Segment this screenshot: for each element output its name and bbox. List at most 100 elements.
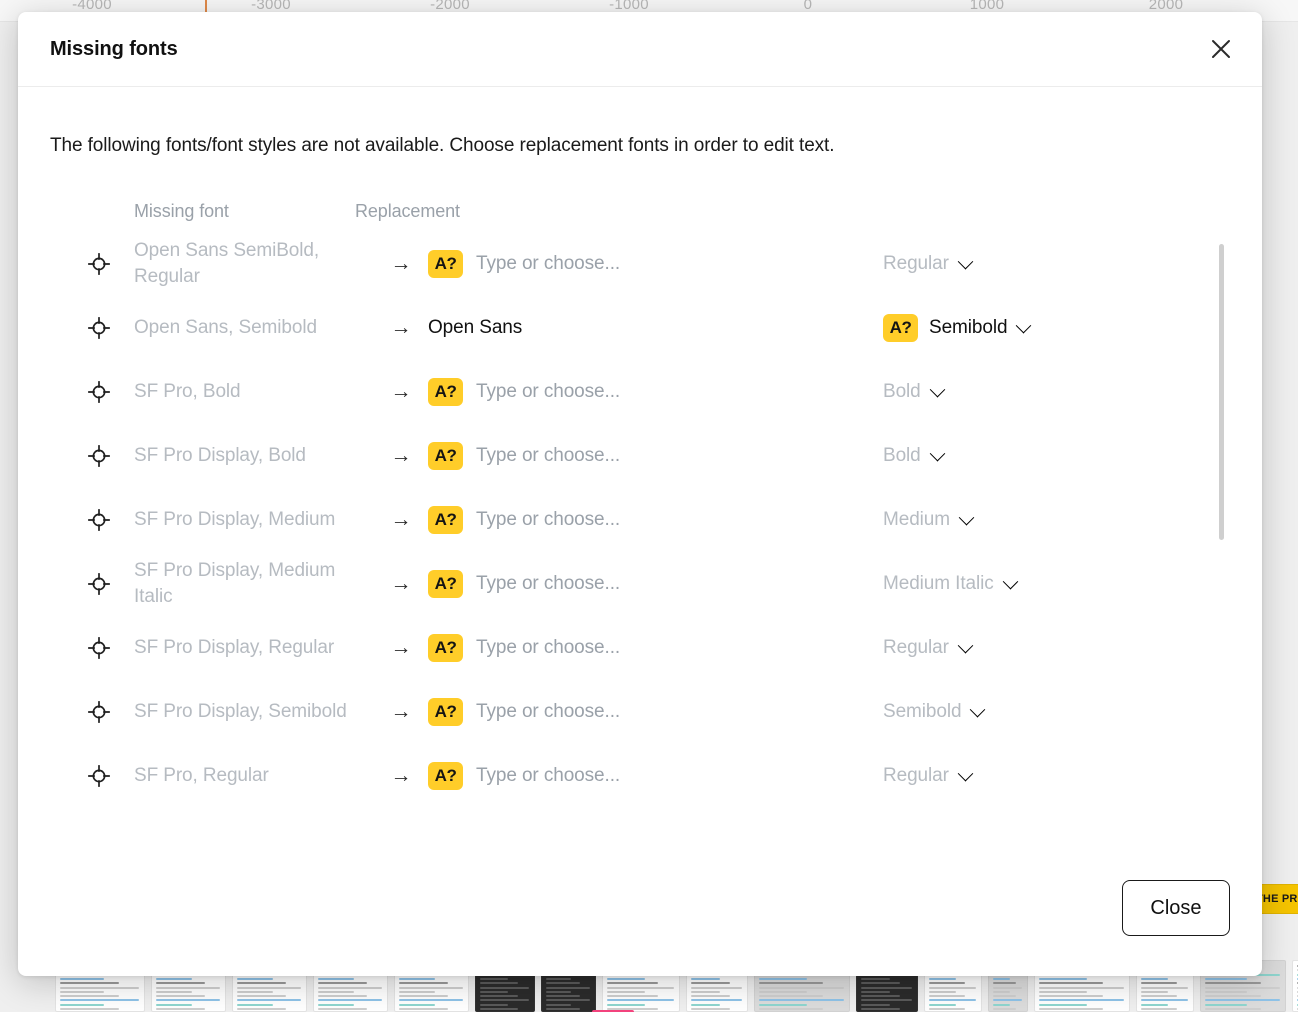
font-style-value: Regular	[883, 765, 949, 787]
font-rows-scroll-area[interactable]: Open Sans SemiBold, Regular→A?Type or ch…	[50, 232, 1232, 812]
font-style-dropdown[interactable]: Regular	[883, 637, 1232, 659]
font-row[interactable]: SF Pro, Regular→A? Type or choose... Regul…	[50, 744, 1232, 808]
font-row[interactable]: SF Pro Display, Medium Italic→A?Type or …	[50, 552, 1232, 616]
font-row-icon-cell	[50, 637, 102, 659]
font-style-dropdown[interactable]: Medium Italic	[883, 573, 1232, 595]
replacement-font-value: Type or choose...	[476, 701, 620, 723]
font-row-icon-cell	[50, 509, 102, 531]
font-row[interactable]: SF Pro Display, Bold→A?Type or choose...…	[50, 424, 1232, 488]
arrow-icon: →	[374, 700, 428, 724]
missing-style-badge: A?	[883, 314, 918, 342]
column-header-replacement: Replacement	[355, 201, 460, 222]
replacement-font-field[interactable]: Open Sans	[428, 317, 883, 339]
arrow-icon: →	[374, 444, 428, 468]
font-row-icon-cell	[50, 317, 102, 339]
missing-fonts-dialog: Missing fonts The following fonts/font s…	[18, 12, 1262, 976]
replacement-font-value: Type or choose...	[476, 381, 620, 403]
font-row-icon-cell	[50, 381, 102, 403]
font-style-dropdown[interactable]: A? Semibold	[883, 314, 1232, 342]
font-row[interactable]: SF Pro Display, Regular→A? Type or choose…	[50, 616, 1232, 680]
chevron-down-icon[interactable]	[960, 771, 971, 782]
font-style-value: Medium Italic	[883, 573, 994, 595]
arrow-icon: →	[374, 316, 428, 340]
font-row[interactable]: Open Sans, Semibold→Open SansA?Semibold	[50, 296, 1232, 360]
dialog-header: Missing fonts	[18, 12, 1262, 87]
dialog-body: The following fonts/font styles are not …	[18, 87, 1262, 880]
replacement-font-field[interactable]: A?Type or choose...	[428, 442, 883, 470]
chevron-down-icon[interactable]	[932, 387, 943, 398]
replacement-font-field[interactable]: A? Type or choose...	[428, 378, 883, 406]
chevron-down-icon[interactable]	[972, 707, 983, 718]
missing-font-badge: A?	[428, 570, 463, 598]
missing-font-name: Open Sans SemiBold, Regular	[102, 238, 374, 289]
missing-font-badge: A?	[428, 250, 463, 278]
scrollbar-thumb[interactable]	[1219, 244, 1224, 540]
font-row[interactable]: SF Pro, Bold→A? Type or choose... Bold	[50, 360, 1232, 424]
chevron-down-icon[interactable]	[1005, 579, 1016, 590]
replacement-font-value: Type or choose...	[476, 637, 620, 659]
missing-font-name: SF Pro, Bold	[102, 379, 374, 405]
replacement-font-value: Type or choose...	[476, 445, 620, 467]
missing-font-badge: A?	[428, 762, 463, 790]
dialog-title: Missing fonts	[50, 38, 178, 61]
font-row-icon-cell	[50, 253, 102, 275]
dialog-footer: Close	[18, 880, 1262, 976]
replacement-font-value: Type or choose...	[476, 765, 620, 787]
font-style-value: Semibold	[929, 317, 1007, 339]
font-style-dropdown[interactable]: Semibold	[883, 701, 1232, 723]
font-row[interactable]: Open Sans SemiBold, Regular→A? Type or ch…	[50, 232, 1232, 296]
replacement-font-field[interactable]: A? Type or choose...	[428, 250, 883, 278]
font-rows-list: Open Sans SemiBold, Regular→A?Type or ch…	[50, 232, 1232, 812]
font-row[interactable]: SF Pro Display, Medium→A?Type or choose.…	[50, 488, 1232, 552]
font-row[interactable]: SF Pro Display, Semibold→A?Type or choos…	[50, 680, 1232, 744]
missing-font-badge: A?	[428, 698, 463, 726]
chevron-down-icon[interactable]	[932, 451, 943, 462]
replacement-font-field[interactable]: A? Type or choose...	[428, 762, 883, 790]
font-style-dropdown[interactable]: Bold	[883, 381, 1232, 403]
font-style-value: Regular	[883, 637, 949, 659]
replacement-font-field[interactable]: A? Type or choose...	[428, 634, 883, 662]
font-style-dropdown[interactable]: Regular	[883, 253, 1232, 275]
font-style-value: Regular	[883, 253, 949, 275]
font-style-dropdown[interactable]: Regular	[883, 765, 1232, 787]
dialog-description: The following fonts/font styles are not …	[50, 135, 1232, 157]
font-style-value: Bold	[883, 381, 921, 403]
font-style-value: Medium	[883, 509, 950, 531]
font-row[interactable]: A?	[50, 808, 1232, 812]
replacement-font-field[interactable]: A?Type or choose...	[428, 570, 883, 598]
modal-overlay: Missing fonts The following fonts/font s…	[0, 0, 1298, 1012]
font-row-icon-cell	[50, 573, 102, 595]
replacement-font-field[interactable]: A?Type or choose...	[428, 506, 883, 534]
missing-font-name: SF Pro Display, Medium Italic	[102, 558, 374, 609]
replacement-font-field[interactable]: A? Type or choose...	[428, 698, 883, 726]
font-row-icon-cell	[50, 765, 102, 787]
chevron-down-icon[interactable]	[960, 643, 971, 654]
replacement-font-value: Type or choose...	[476, 253, 620, 275]
missing-font-badge: A?	[428, 378, 463, 406]
missing-font-badge: A?	[428, 634, 463, 662]
column-header-missing-font: Missing font	[50, 201, 355, 222]
missing-font-name: SF Pro, Regular	[102, 763, 374, 789]
replacement-font-value: Type or choose...	[476, 509, 620, 531]
font-style-dropdown[interactable]: Bold	[883, 445, 1232, 467]
arrow-icon: →	[374, 380, 428, 404]
scrollbar-track[interactable]	[1218, 232, 1224, 812]
font-style-value: Bold	[883, 445, 921, 467]
replacement-font-value: Open Sans	[428, 317, 522, 339]
chevron-down-icon[interactable]	[960, 259, 971, 270]
missing-font-name: SF Pro Display, Medium	[102, 507, 374, 533]
close-icon[interactable]	[1204, 32, 1238, 66]
font-style-value: Semibold	[883, 701, 961, 723]
chevron-down-icon[interactable]	[1018, 323, 1029, 334]
missing-font-name: SF Pro Display, Bold	[102, 443, 374, 469]
font-style-dropdown[interactable]: Medium	[883, 509, 1232, 531]
arrow-icon: →	[374, 252, 428, 276]
arrow-icon: →	[374, 764, 428, 788]
arrow-icon: →	[374, 636, 428, 660]
font-row-icon-cell	[50, 445, 102, 467]
chevron-down-icon[interactable]	[961, 515, 972, 526]
arrow-icon: →	[374, 572, 428, 596]
table-column-headers: Missing font Replacement	[50, 201, 1232, 222]
missing-font-name: SF Pro Display, Regular	[102, 635, 374, 661]
close-button[interactable]: Close	[1122, 880, 1230, 936]
